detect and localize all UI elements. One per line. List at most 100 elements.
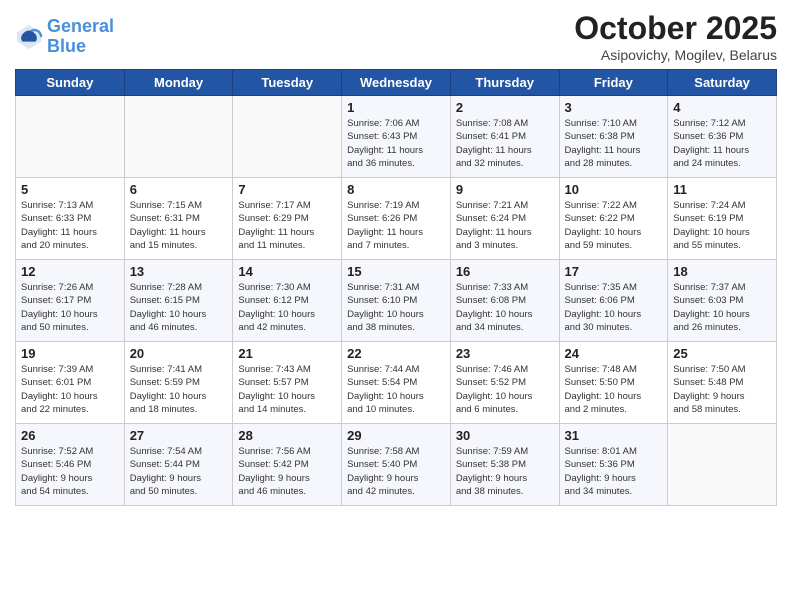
day-number: 10 — [565, 182, 663, 197]
day-detail: Sunrise: 7:21 AM Sunset: 6:24 PM Dayligh… — [456, 199, 554, 252]
week-row-0: 1 Sunrise: 7:06 AM Sunset: 6:43 PM Daylig… — [16, 96, 777, 178]
calendar-cell: 30Sunrise: 7:59 AM Sunset: 5:38 PM Dayli… — [450, 424, 559, 506]
day-detail: Sunrise: 7:54 AM Sunset: 5:44 PM Dayligh… — [130, 445, 228, 498]
title-area: October 2025 Asipovichy, Mogilev, Belaru… — [574, 10, 777, 63]
day-detail: Sunrise: 7:58 AM Sunset: 5:40 PM Dayligh… — [347, 445, 445, 498]
day-detail: Sunrise: 7:17 AM Sunset: 6:29 PM Dayligh… — [238, 199, 336, 252]
calendar-cell: 5 Sunrise: 7:13 AM Sunset: 6:33 PM Daylig… — [16, 178, 125, 260]
day-detail: Sunrise: 7:39 AM Sunset: 6:01 PM Dayligh… — [21, 363, 119, 416]
day-number: 25 — [673, 346, 771, 361]
calendar-cell — [124, 96, 233, 178]
calendar-cell: 6Sunrise: 7:15 AM Sunset: 6:31 PM Daylig… — [124, 178, 233, 260]
day-number: 14 — [238, 264, 336, 279]
day-detail: Sunrise: 7:50 AM Sunset: 5:48 PM Dayligh… — [673, 363, 771, 416]
day-number: 1 — [347, 100, 445, 115]
day-detail: Sunrise: 7:26 AM Sunset: 6:17 PM Dayligh… — [21, 281, 119, 334]
day-number: 21 — [238, 346, 336, 361]
day-number: 7 — [238, 182, 336, 197]
day-detail: Sunrise: 7:12 AM Sunset: 6:36 PM Dayligh… — [673, 117, 771, 170]
day-number: 30 — [456, 428, 554, 443]
calendar-cell: 14 Sunrise: 7:30 AM Sunset: 6:12 PM Dayli… — [233, 260, 342, 342]
calendar-cell: 3 Sunrise: 7:10 AM Sunset: 6:38 PM Daylig… — [559, 96, 668, 178]
month-title: October 2025 — [574, 10, 777, 47]
day-detail: Sunrise: 8:01 AM Sunset: 5:36 PM Dayligh… — [565, 445, 663, 498]
day-detail: Sunrise: 7:41 AM Sunset: 5:59 PM Dayligh… — [130, 363, 228, 416]
calendar-cell: 11Sunrise: 7:24 AM Sunset: 6:19 PM Dayli… — [668, 178, 777, 260]
week-row-4: 26Sunrise: 7:52 AM Sunset: 5:46 PM Dayli… — [16, 424, 777, 506]
calendar-cell: 28 Sunrise: 7:56 AM Sunset: 5:42 PM Dayli… — [233, 424, 342, 506]
calendar-cell: 24 Sunrise: 7:48 AM Sunset: 5:50 PM Dayli… — [559, 342, 668, 424]
page-container: General Blue October 2025 Asipovichy, Mo… — [0, 0, 792, 516]
weekday-header-friday: Friday — [559, 70, 668, 96]
day-number: 6 — [130, 182, 228, 197]
calendar-cell: 13 Sunrise: 7:28 AM Sunset: 6:15 PM Dayli… — [124, 260, 233, 342]
day-detail: Sunrise: 7:19 AM Sunset: 6:26 PM Dayligh… — [347, 199, 445, 252]
day-number: 8 — [347, 182, 445, 197]
day-detail: Sunrise: 7:13 AM Sunset: 6:33 PM Dayligh… — [21, 199, 119, 252]
weekday-header-saturday: Saturday — [668, 70, 777, 96]
calendar-cell: 25 Sunrise: 7:50 AM Sunset: 5:48 PM Dayli… — [668, 342, 777, 424]
calendar-cell: 16 Sunrise: 7:33 AM Sunset: 6:08 PM Dayli… — [450, 260, 559, 342]
logo: General Blue — [15, 17, 114, 57]
calendar-cell: 4 Sunrise: 7:12 AM Sunset: 6:36 PM Daylig… — [668, 96, 777, 178]
calendar-cell: 12 Sunrise: 7:26 AM Sunset: 6:17 PM Dayli… — [16, 260, 125, 342]
day-number: 24 — [565, 346, 663, 361]
calendar-cell: 29 Sunrise: 7:58 AM Sunset: 5:40 PM Dayli… — [342, 424, 451, 506]
day-number: 31 — [565, 428, 663, 443]
day-detail: Sunrise: 7:08 AM Sunset: 6:41 PM Dayligh… — [456, 117, 554, 170]
day-number: 9 — [456, 182, 554, 197]
calendar-cell: 26Sunrise: 7:52 AM Sunset: 5:46 PM Dayli… — [16, 424, 125, 506]
calendar-cell: 2Sunrise: 7:08 AM Sunset: 6:41 PM Daylig… — [450, 96, 559, 178]
logo-text: General Blue — [47, 17, 114, 57]
day-number: 5 — [21, 182, 119, 197]
day-number: 28 — [238, 428, 336, 443]
day-number: 20 — [130, 346, 228, 361]
day-detail: Sunrise: 7:22 AM Sunset: 6:22 PM Dayligh… — [565, 199, 663, 252]
day-detail: Sunrise: 7:56 AM Sunset: 5:42 PM Dayligh… — [238, 445, 336, 498]
week-row-2: 12 Sunrise: 7:26 AM Sunset: 6:17 PM Dayli… — [16, 260, 777, 342]
day-number: 3 — [565, 100, 663, 115]
day-detail: Sunrise: 7:10 AM Sunset: 6:38 PM Dayligh… — [565, 117, 663, 170]
calendar-cell: 22 Sunrise: 7:44 AM Sunset: 5:54 PM Dayli… — [342, 342, 451, 424]
day-number: 27 — [130, 428, 228, 443]
day-detail: Sunrise: 7:48 AM Sunset: 5:50 PM Dayligh… — [565, 363, 663, 416]
day-detail: Sunrise: 7:31 AM Sunset: 6:10 PM Dayligh… — [347, 281, 445, 334]
week-row-1: 5 Sunrise: 7:13 AM Sunset: 6:33 PM Daylig… — [16, 178, 777, 260]
header: General Blue October 2025 Asipovichy, Mo… — [15, 10, 777, 63]
calendar-cell: 27 Sunrise: 7:54 AM Sunset: 5:44 PM Dayli… — [124, 424, 233, 506]
day-number: 12 — [21, 264, 119, 279]
calendar-cell: 1 Sunrise: 7:06 AM Sunset: 6:43 PM Daylig… — [342, 96, 451, 178]
calendar-cell — [233, 96, 342, 178]
location-subtitle: Asipovichy, Mogilev, Belarus — [574, 47, 777, 63]
weekday-header-sunday: Sunday — [16, 70, 125, 96]
day-detail: Sunrise: 7:46 AM Sunset: 5:52 PM Dayligh… — [456, 363, 554, 416]
day-detail: Sunrise: 7:30 AM Sunset: 6:12 PM Dayligh… — [238, 281, 336, 334]
day-detail: Sunrise: 7:44 AM Sunset: 5:54 PM Dayligh… — [347, 363, 445, 416]
weekday-header-monday: Monday — [124, 70, 233, 96]
day-number: 23 — [456, 346, 554, 361]
day-number: 29 — [347, 428, 445, 443]
logo-icon — [15, 23, 43, 51]
header-row: SundayMondayTuesdayWednesdayThursdayFrid… — [16, 70, 777, 96]
calendar-cell: 7 Sunrise: 7:17 AM Sunset: 6:29 PM Daylig… — [233, 178, 342, 260]
calendar-cell: 31 Sunrise: 8:01 AM Sunset: 5:36 PM Dayli… — [559, 424, 668, 506]
day-number: 19 — [21, 346, 119, 361]
calendar-cell: 23 Sunrise: 7:46 AM Sunset: 5:52 PM Dayli… — [450, 342, 559, 424]
day-number: 4 — [673, 100, 771, 115]
day-detail: Sunrise: 7:33 AM Sunset: 6:08 PM Dayligh… — [456, 281, 554, 334]
day-number: 13 — [130, 264, 228, 279]
day-detail: Sunrise: 7:52 AM Sunset: 5:46 PM Dayligh… — [21, 445, 119, 498]
logo-line1: General — [47, 16, 114, 36]
day-number: 18 — [673, 264, 771, 279]
week-row-3: 19 Sunrise: 7:39 AM Sunset: 6:01 PM Dayli… — [16, 342, 777, 424]
weekday-header-wednesday: Wednesday — [342, 70, 451, 96]
day-detail: Sunrise: 7:37 AM Sunset: 6:03 PM Dayligh… — [673, 281, 771, 334]
calendar-cell: 21Sunrise: 7:43 AM Sunset: 5:57 PM Dayli… — [233, 342, 342, 424]
day-detail: Sunrise: 7:06 AM Sunset: 6:43 PM Dayligh… — [347, 117, 445, 170]
day-number: 16 — [456, 264, 554, 279]
calendar-cell: 8 Sunrise: 7:19 AM Sunset: 6:26 PM Daylig… — [342, 178, 451, 260]
calendar-cell: 10 Sunrise: 7:22 AM Sunset: 6:22 PM Dayli… — [559, 178, 668, 260]
day-number: 22 — [347, 346, 445, 361]
day-number: 11 — [673, 182, 771, 197]
day-detail: Sunrise: 7:28 AM Sunset: 6:15 PM Dayligh… — [130, 281, 228, 334]
